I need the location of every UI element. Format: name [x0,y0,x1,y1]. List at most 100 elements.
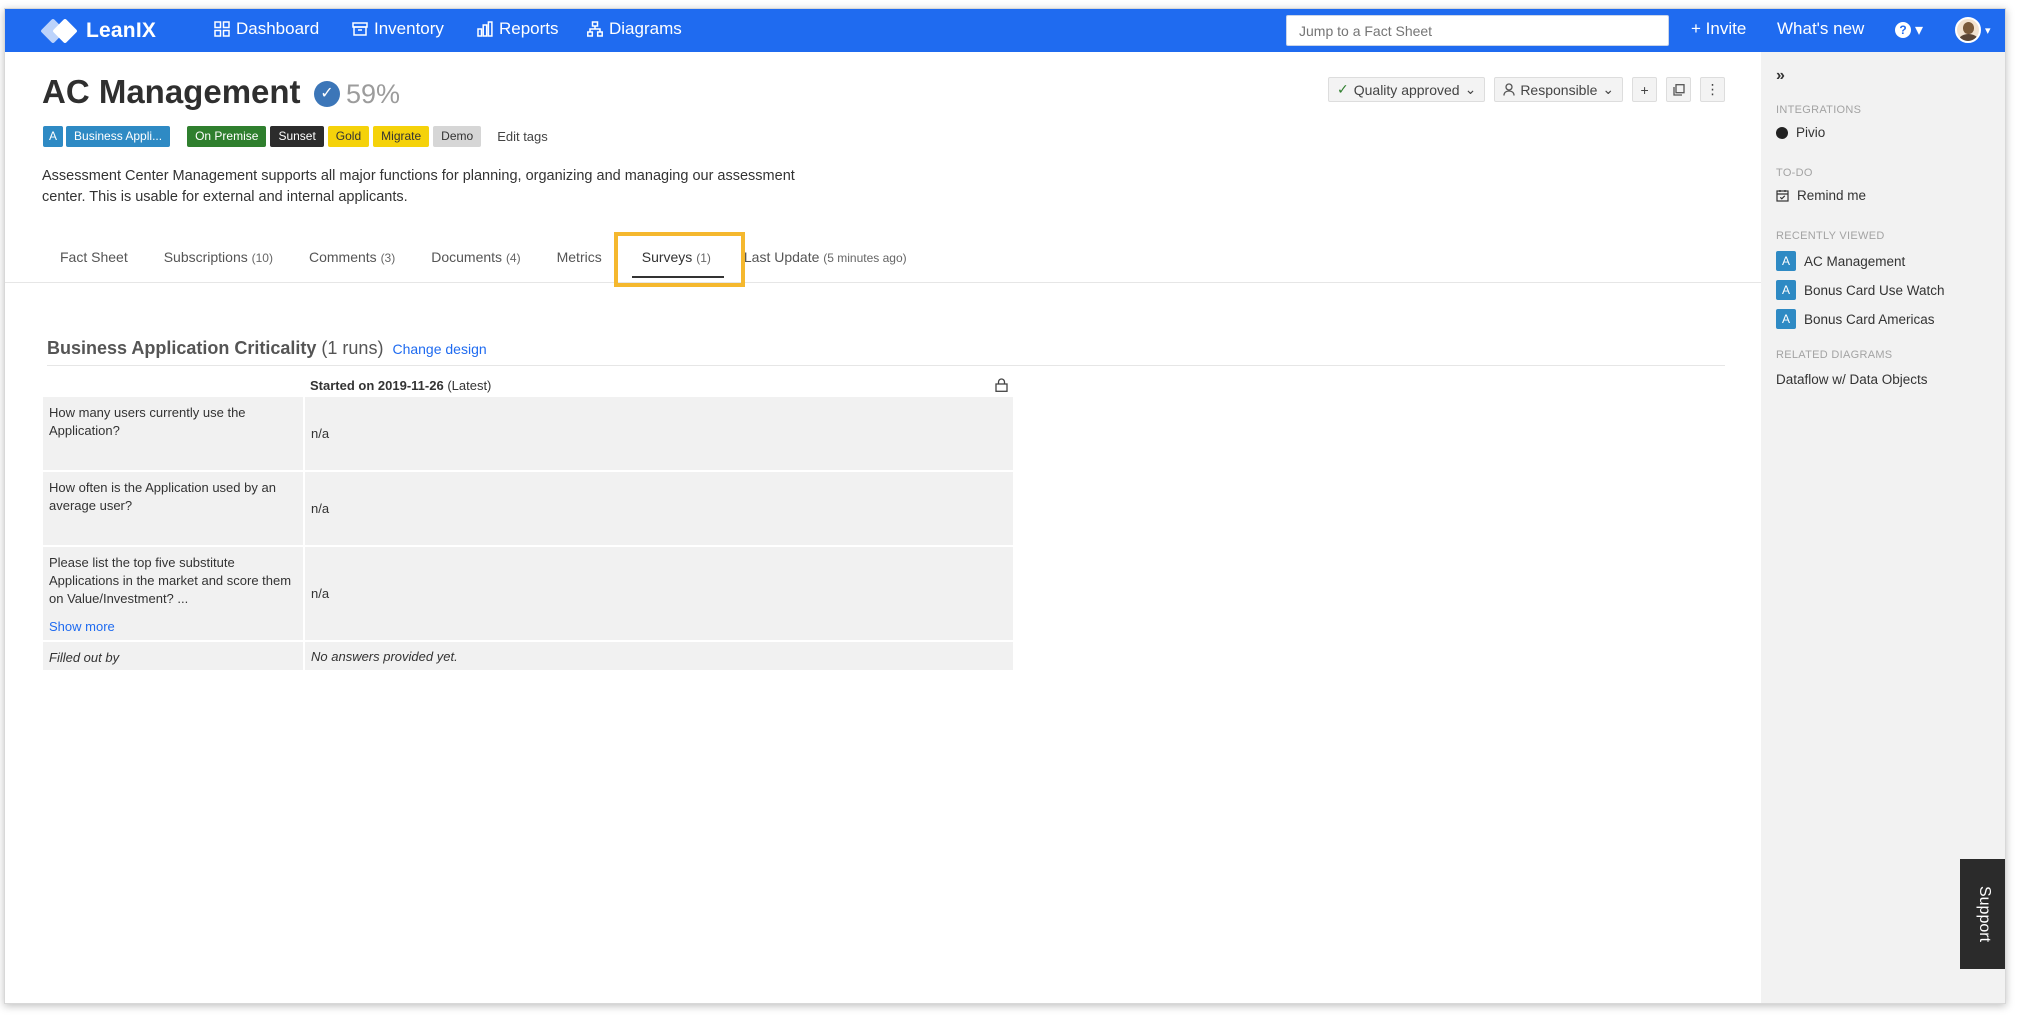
nav-diagrams[interactable]: Diagrams [587,19,682,39]
chevron-down-icon: ▾ [1985,24,1991,37]
tag-sunset[interactable]: Sunset [270,125,324,147]
change-design-link[interactable]: Change design [392,341,486,357]
highlight-box [614,232,745,287]
help-icon: ? [1895,22,1911,38]
recent-item[interactable]: A Bonus Card Use Watch [1776,280,1945,300]
reports-icon [477,21,493,37]
tab-count: (4) [505,251,521,265]
check-icon: ✓ [1337,81,1349,97]
chevron-down-icon: ⌄ [1602,81,1615,97]
tab-divider [5,282,1761,283]
completion-score[interactable]: 59% [346,79,400,110]
survey-question: Please list the top five substitute Appl… [49,555,292,606]
tab-label: Last Update [743,249,820,265]
nav-reports[interactable]: Reports [477,19,559,39]
integration-item[interactable]: Pivio [1776,125,1825,140]
tab-label: Fact Sheet [60,249,128,265]
edit-tags-link[interactable]: Edit tags [497,129,548,144]
tag-row: A Business Appli... On Premise Sunset Go… [43,125,548,147]
nav-dashboard-label: Dashboard [236,19,320,38]
tab-metrics[interactable]: Metrics [539,234,620,282]
type-badge: A [43,125,64,147]
tab-count: (10) [251,251,273,265]
tab-documents[interactable]: Documents (4) [413,234,538,282]
quality-state-label: Quality approved [1353,81,1460,98]
related-diagram-link[interactable]: Dataflow w/ Data Objects [1776,372,1928,387]
tab-label: Subscriptions [163,249,248,265]
check-badge-icon: ✓ [314,81,340,107]
type-badge: A [1776,251,1796,271]
survey-name: Business Application Criticality [47,338,317,358]
nav-inventory-label: Inventory [374,19,444,38]
integration-label: Pivio [1796,125,1826,140]
app-window: LeanIX Dashboard Inventory Reports Diagr… [4,8,2006,1004]
more-options-button[interactable]: ⋮ [1700,77,1726,102]
integrations-heading: INTEGRATIONS [1776,104,1862,116]
tab-label: Metrics [556,249,602,265]
recent-item[interactable]: A Bonus Card Americas [1776,309,1935,329]
plus-icon: + [1640,81,1649,98]
copy-button[interactable] [1666,77,1692,102]
collapse-sidebar-icon[interactable]: » [1776,67,1785,85]
tag-gold[interactable]: Gold [327,125,370,147]
tab-count: (3) [380,251,396,265]
brand-name: LeanIX [86,18,157,42]
nav-diagrams-label: Diagrams [609,19,682,38]
recent-item[interactable]: A AC Management [1776,251,1905,271]
tab-label: Comments [308,249,377,265]
remind-me-button[interactable]: Remind me [1776,188,1866,203]
lock-icon[interactable] [995,378,1008,392]
survey-question-cell: Please list the top five substitute Appl… [43,547,303,640]
remind-me-label: Remind me [1797,188,1867,203]
chevron-down-icon: ▾ [1915,22,1924,39]
user-icon [1503,83,1515,96]
user-menu[interactable]: ▾ [1955,17,1991,43]
quality-state-dropdown[interactable]: ✓ Quality approved ⌄ [1328,77,1486,102]
tab-label: Documents [431,249,503,265]
tab-last-update[interactable]: Last Update (5 minutes ago) [736,234,925,282]
integration-dot-icon [1776,126,1788,139]
fact-sheet-description: Assessment Center Management supports al… [42,168,795,205]
fact-sheet-search-input[interactable] [1286,15,1669,46]
logo-icon [40,17,78,44]
survey-answer: n/a [305,472,1013,545]
invite-button[interactable]: + Invite [1691,19,1746,39]
table-row: Filled out by No answers provided yet. [43,642,1013,670]
type-badge: A [1776,280,1796,300]
table-row: How many users currently use the Applica… [43,397,1013,470]
type-tag[interactable]: Business Appli... [66,125,171,147]
responsible-dropdown[interactable]: Responsible ⌄ [1494,77,1624,102]
tab-fact-sheet[interactable]: Fact Sheet [42,234,146,282]
tab-comments[interactable]: Comments (3) [291,234,413,282]
tab-subscriptions[interactable]: Subscriptions (10) [146,234,291,282]
nav-inventory[interactable]: Inventory [352,19,444,39]
help-menu[interactable]: ? ▾ [1895,20,1923,40]
tag-migrate[interactable]: Migrate [373,125,430,147]
survey-question: How often is the Application used by an … [43,472,303,545]
recent-item-label: Bonus Card Use Watch [1804,282,1945,298]
type-badge: A [1776,309,1796,329]
more-vertical-icon: ⋮ [1705,81,1720,97]
recent-item-label: Bonus Card Americas [1804,311,1935,327]
show-more-link[interactable]: Show more [49,618,297,636]
diagrams-icon [587,21,603,37]
tag-on-premise[interactable]: On Premise [187,125,267,147]
todo-heading: TO-DO [1776,167,1813,179]
support-tab[interactable]: Support [1960,859,2005,969]
filled-out-by-value: No answers provided yet. [305,642,1013,670]
calendar-check-icon [1776,190,1789,202]
avatar [1955,17,1981,43]
nav-dashboard[interactable]: Dashboard [214,19,319,39]
responsible-label: Responsible [1520,81,1598,98]
run-latest-label: (Latest) [447,378,492,393]
table-row: How often is the Application used by an … [43,472,1013,545]
survey-title: Business Application Criticality (1 runs… [47,338,487,359]
add-button[interactable]: + [1632,77,1658,102]
leanix-logo[interactable]: LeanIX [40,17,157,44]
survey-divider [47,365,1725,366]
fact-sheet-tabs: Fact Sheet Subscriptions (10) Comments (… [42,234,925,282]
tag-demo[interactable]: Demo [433,125,482,147]
survey-results-table: Started on 2019-11-26 (Latest) How many … [43,373,1013,670]
recently-viewed-heading: RECENTLY VIEWED [1776,230,1885,242]
whats-new-link[interactable]: What's new [1777,19,1864,39]
